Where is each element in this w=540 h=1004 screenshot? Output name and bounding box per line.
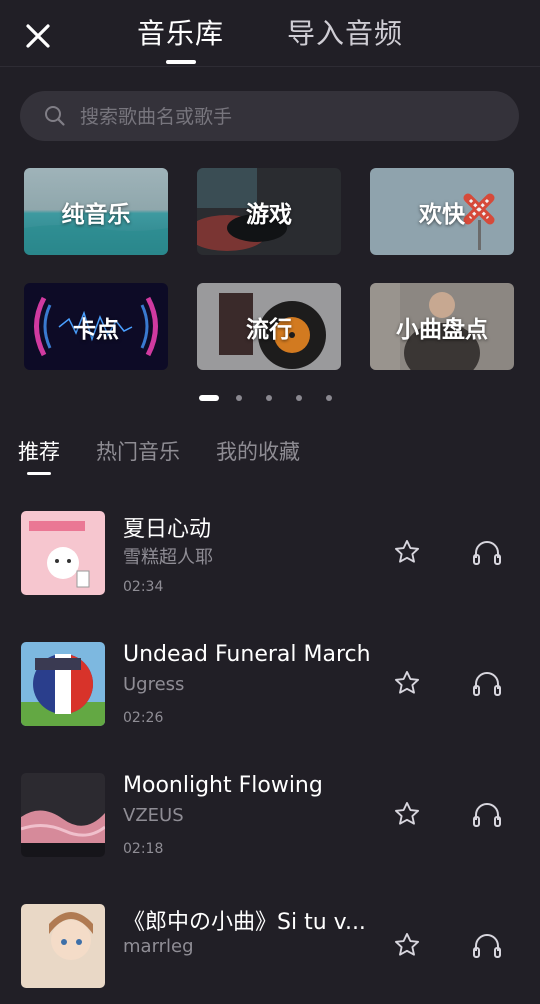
song-title: 《郎中の小曲》Si tu v... bbox=[123, 910, 366, 935]
category-label: 纯音乐 bbox=[61, 201, 131, 228]
search-input[interactable] bbox=[78, 91, 502, 143]
star-outline-icon[interactable] bbox=[393, 538, 421, 566]
close-icon[interactable] bbox=[22, 20, 54, 52]
song-artist: marrleg bbox=[123, 936, 194, 957]
top-bar: 音乐库 导入音频 bbox=[0, 0, 540, 67]
star-outline-icon[interactable] bbox=[393, 669, 421, 697]
category-happy[interactable]: 欢快 bbox=[370, 168, 514, 255]
song-item[interactable]: 夏日心动 雪糕超人耶 02:34 bbox=[0, 511, 540, 611]
song-artist: VZEUS bbox=[123, 805, 184, 826]
active-tab-indicator bbox=[166, 60, 196, 64]
song-title: Undead Funeral March bbox=[123, 642, 371, 667]
search-bar[interactable] bbox=[20, 91, 519, 143]
category-pop[interactable]: 流行 bbox=[197, 283, 341, 370]
headphones-icon[interactable] bbox=[472, 931, 502, 959]
category-tune-ranking[interactable]: 小曲盘点 bbox=[370, 283, 514, 370]
carousel-dot[interactable] bbox=[326, 395, 332, 401]
star-outline-icon[interactable] bbox=[393, 931, 421, 959]
category-pure-music[interactable]: 纯音乐 bbox=[24, 168, 168, 255]
song-cover bbox=[21, 511, 105, 595]
carousel-indicator bbox=[0, 394, 540, 402]
tab-hot-music[interactable]: 热门音乐 bbox=[96, 436, 180, 466]
star-outline-icon[interactable] bbox=[393, 800, 421, 828]
tab-music-library[interactable]: 音乐库 bbox=[137, 12, 224, 52]
carousel-dot[interactable] bbox=[236, 395, 242, 401]
song-item[interactable]: 《郎中の小曲》Si tu v... marrleg bbox=[0, 904, 540, 1004]
carousel-dot[interactable] bbox=[266, 395, 272, 401]
song-title: 夏日心动 bbox=[123, 517, 212, 542]
carousel-dot[interactable] bbox=[296, 395, 302, 401]
tab-recommended[interactable]: 推荐 bbox=[18, 436, 60, 466]
song-cover bbox=[21, 904, 105, 988]
song-artist: Ugress bbox=[123, 674, 185, 695]
active-subtab-indicator bbox=[27, 472, 51, 475]
category-label: 流行 bbox=[246, 316, 292, 343]
song-duration: 02:18 bbox=[123, 841, 164, 857]
song-artist: 雪糕超人耶 bbox=[123, 547, 213, 568]
category-beat-sync[interactable]: 卡点 bbox=[24, 283, 168, 370]
carousel-dot[interactable] bbox=[199, 395, 219, 401]
song-title: Moonlight Flowing bbox=[123, 773, 323, 798]
headphones-icon[interactable] bbox=[472, 800, 502, 828]
song-cover bbox=[21, 773, 105, 857]
headphones-icon[interactable] bbox=[472, 669, 502, 697]
headphones-icon[interactable] bbox=[472, 538, 502, 566]
song-duration: 02:34 bbox=[123, 579, 164, 595]
tab-import-audio[interactable]: 导入音频 bbox=[287, 12, 403, 52]
category-game[interactable]: 游戏 bbox=[197, 168, 341, 255]
song-item[interactable]: Undead Funeral March Ugress 02:26 bbox=[0, 642, 540, 742]
category-label: 游戏 bbox=[246, 201, 292, 228]
search-icon bbox=[45, 106, 65, 126]
category-label: 欢快 bbox=[419, 201, 465, 228]
tab-my-favorites[interactable]: 我的收藏 bbox=[216, 436, 300, 466]
song-cover bbox=[21, 642, 105, 726]
song-item[interactable]: Moonlight Flowing VZEUS 02:18 bbox=[0, 773, 540, 873]
song-duration: 02:26 bbox=[123, 710, 164, 726]
category-label: 小曲盘点 bbox=[396, 316, 488, 343]
category-label: 卡点 bbox=[73, 316, 119, 343]
